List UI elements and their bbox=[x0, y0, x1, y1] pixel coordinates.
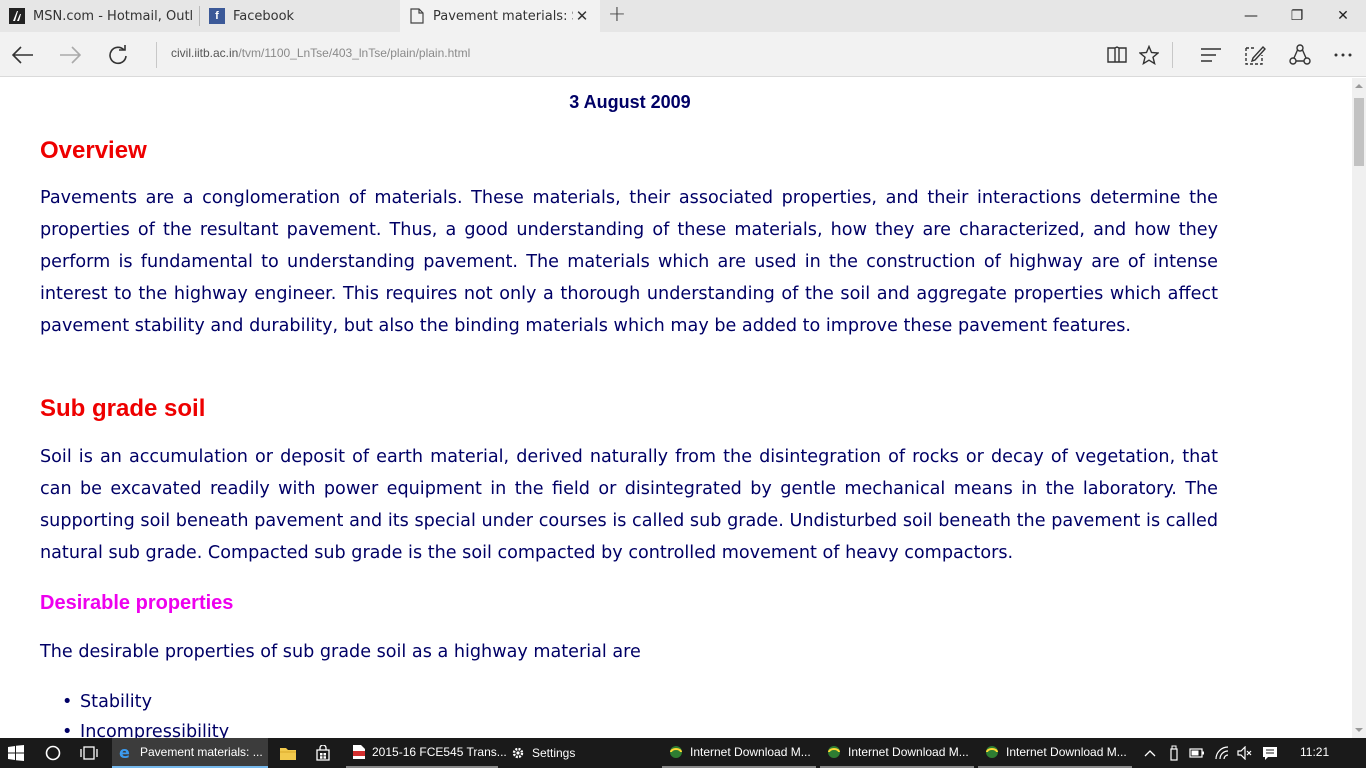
subgrade-paragraph: Soil is an accumulation or deposit of ea… bbox=[40, 447, 1218, 563]
url-host: civil.iitb.ac.in bbox=[171, 46, 239, 60]
page-content: 3 August 2009 Overview Pavements are a c… bbox=[0, 78, 1352, 738]
list-item: Incompressibility bbox=[62, 717, 229, 738]
taskbar-settings-window[interactable]: Settings bbox=[504, 738, 654, 768]
folder-icon bbox=[280, 747, 296, 760]
share-button[interactable] bbox=[1285, 40, 1315, 70]
url-path: /tvm/1100_LnTse/403_lnTse/plain/plain.ht… bbox=[238, 46, 471, 60]
task-view-icon bbox=[80, 746, 98, 760]
overview-paragraph: Pavements are a conglomeration of materi… bbox=[40, 188, 1218, 336]
minimize-button[interactable]: — bbox=[1228, 0, 1274, 32]
refresh-icon bbox=[109, 45, 127, 65]
star-icon bbox=[1139, 45, 1159, 65]
overview-heading: Overview bbox=[40, 137, 147, 164]
facebook-icon: f bbox=[209, 8, 225, 24]
file-explorer-button[interactable] bbox=[279, 738, 297, 768]
address-bar: civil.iitb.ac.in/tvm/1100_LnTse/403_lnTs… bbox=[0, 32, 1366, 77]
more-icon bbox=[1334, 53, 1352, 57]
store-icon bbox=[316, 745, 330, 761]
list-item: Stability bbox=[62, 687, 229, 717]
book-icon bbox=[1107, 46, 1127, 63]
more-button[interactable] bbox=[1328, 40, 1358, 70]
task-view-button[interactable] bbox=[80, 738, 100, 768]
taskbar-clock[interactable]: 11:21 bbox=[1300, 745, 1329, 759]
url-separator bbox=[156, 42, 157, 68]
share-icon bbox=[1289, 44, 1311, 65]
show-hidden-icons-button[interactable] bbox=[1142, 745, 1158, 761]
taskbar-idm-window-2[interactable]: Internet Download M... bbox=[820, 738, 974, 768]
desirable-heading: Desirable properties bbox=[40, 592, 234, 614]
svg-text:e: e bbox=[119, 744, 130, 760]
taskbar-pdf-window[interactable]: 2015-16 FCE545 Trans... bbox=[346, 738, 507, 768]
task-label: Settings bbox=[532, 746, 576, 760]
wifi-icon[interactable] bbox=[1214, 745, 1230, 761]
windows-logo-icon bbox=[8, 745, 24, 761]
subgrade-heading: Sub grade soil bbox=[40, 395, 206, 422]
scroll-down-icon[interactable] bbox=[1352, 722, 1366, 738]
back-button[interactable] bbox=[8, 40, 38, 70]
battery-icon[interactable] bbox=[1189, 745, 1205, 761]
toolbar-separator bbox=[1172, 42, 1173, 68]
web-note-button[interactable] bbox=[1240, 40, 1270, 70]
page-icon bbox=[409, 8, 425, 24]
msn-icon bbox=[9, 8, 25, 24]
idm-icon bbox=[668, 744, 684, 760]
task-label: Internet Download M... bbox=[848, 745, 969, 759]
desirable-intro: The desirable properties of sub grade so… bbox=[40, 642, 641, 662]
task-label: 2015-16 FCE545 Trans... bbox=[372, 745, 507, 759]
page-date: 3 August 2009 bbox=[569, 92, 691, 112]
tab-msn[interactable]: MSN.com - Hotmail, Outloc bbox=[0, 0, 199, 32]
idm-icon bbox=[826, 744, 842, 760]
url-field[interactable]: civil.iitb.ac.in/tvm/1100_LnTse/403_lnTs… bbox=[171, 46, 470, 60]
scroll-up-icon[interactable] bbox=[1352, 78, 1366, 94]
reading-view-button[interactable] bbox=[1102, 40, 1132, 70]
tab-facebook[interactable]: f Facebook bbox=[200, 0, 400, 32]
taskbar: e Pavement materials: ... 2015-16 FCE545… bbox=[0, 738, 1366, 768]
start-button[interactable] bbox=[8, 738, 28, 768]
back-arrow-icon bbox=[12, 46, 33, 64]
desirable-list: Stability Incompressibility bbox=[62, 687, 229, 738]
close-window-button[interactable]: ✕ bbox=[1320, 0, 1366, 32]
new-tab-button[interactable]: + bbox=[606, 4, 628, 26]
edge-icon: e bbox=[118, 744, 134, 760]
pdf-icon bbox=[352, 744, 366, 760]
task-label: Internet Download M... bbox=[1006, 745, 1127, 759]
vertical-scrollbar[interactable] bbox=[1352, 78, 1366, 738]
task-label: Pavement materials: ... bbox=[140, 745, 263, 759]
cortana-button[interactable] bbox=[45, 738, 65, 768]
hub-icon bbox=[1201, 48, 1221, 62]
action-center-icon[interactable] bbox=[1262, 745, 1278, 761]
cortana-icon bbox=[45, 745, 61, 761]
forward-button[interactable] bbox=[55, 40, 85, 70]
close-tab-icon[interactable]: ✕ bbox=[574, 8, 590, 24]
favorite-button[interactable] bbox=[1134, 40, 1164, 70]
forward-arrow-icon bbox=[60, 46, 81, 64]
hub-button[interactable] bbox=[1196, 40, 1226, 70]
store-button[interactable] bbox=[315, 738, 333, 768]
taskbar-idm-window-3[interactable]: Internet Download M... bbox=[978, 738, 1132, 768]
task-label: Internet Download M... bbox=[690, 745, 811, 759]
tab-title: Pavement materials: Soi bbox=[433, 8, 573, 24]
taskbar-edge-window[interactable]: e Pavement materials: ... bbox=[112, 738, 268, 768]
usb-device-icon[interactable] bbox=[1166, 745, 1182, 761]
volume-muted-icon[interactable] bbox=[1237, 745, 1253, 761]
tab-title: MSN.com - Hotmail, Outloc bbox=[33, 8, 193, 24]
refresh-button[interactable] bbox=[103, 40, 133, 70]
taskbar-idm-window-1[interactable]: Internet Download M... bbox=[662, 738, 816, 768]
tab-bar: MSN.com - Hotmail, Outloc f Facebook Pav… bbox=[0, 0, 1366, 32]
tab-title: Facebook bbox=[233, 8, 295, 24]
web-note-icon bbox=[1245, 45, 1266, 65]
scroll-thumb[interactable] bbox=[1354, 98, 1364, 166]
gear-icon bbox=[510, 745, 526, 761]
restore-button[interactable]: ❐ bbox=[1274, 0, 1320, 32]
tab-pavement-materials[interactable]: Pavement materials: Soi ✕ bbox=[400, 0, 600, 32]
idm-icon bbox=[984, 744, 1000, 760]
